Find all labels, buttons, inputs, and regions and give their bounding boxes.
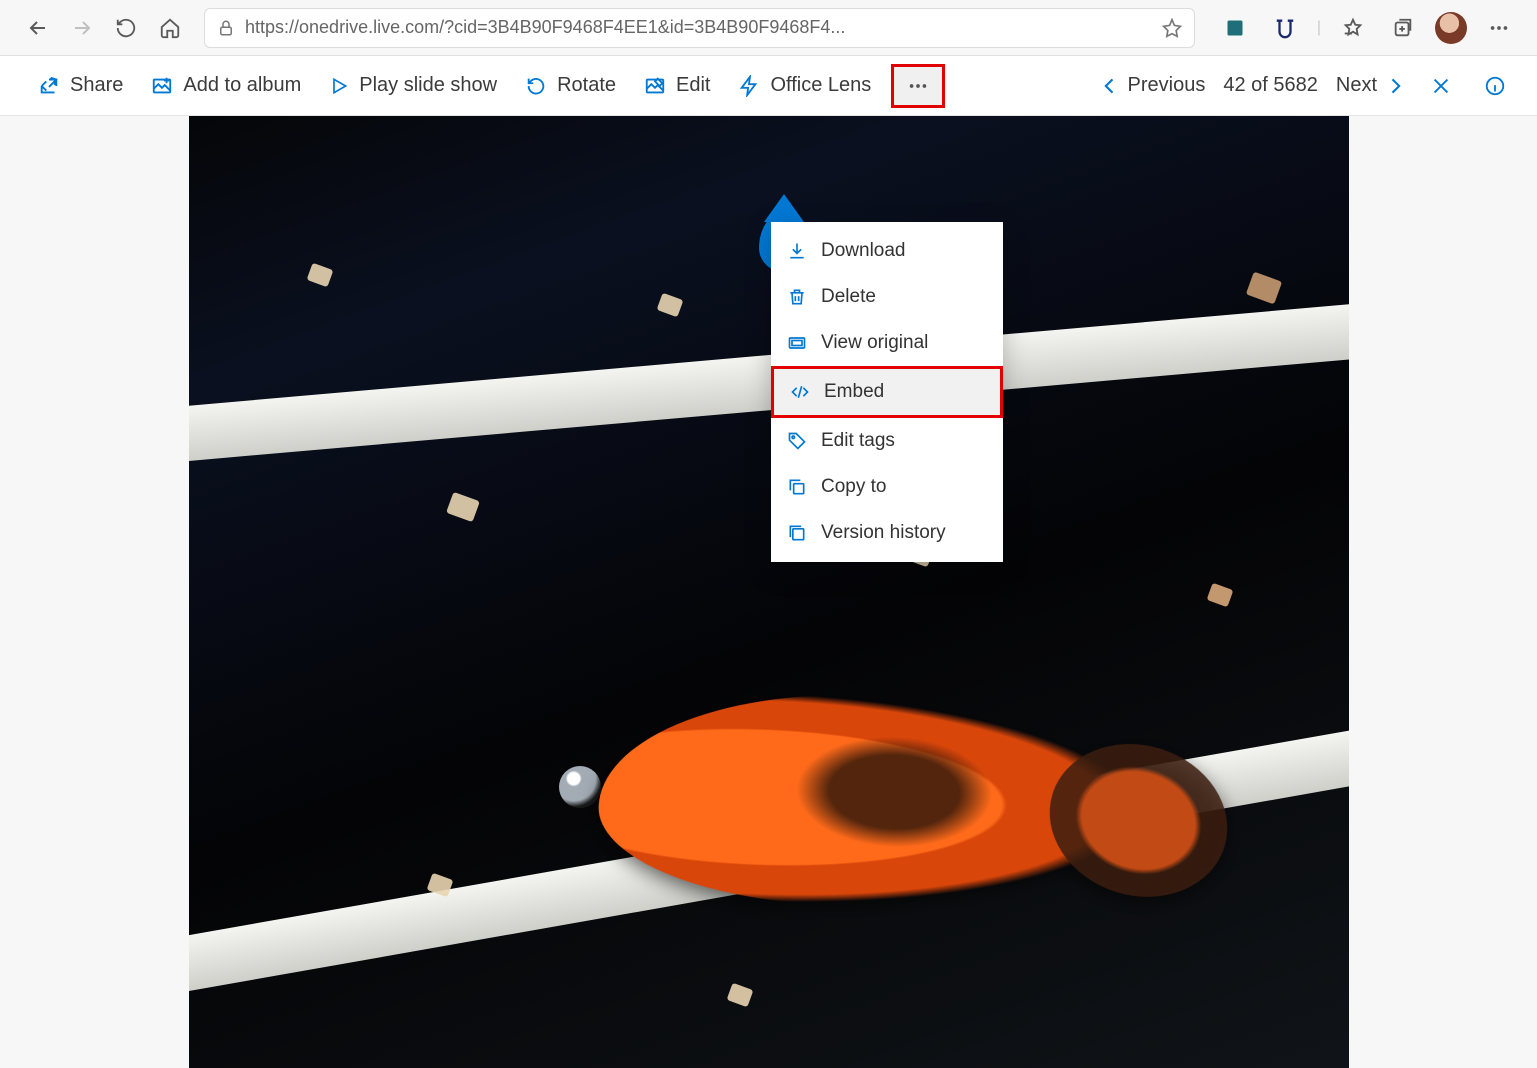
home-button[interactable] — [152, 10, 188, 46]
photo-decoration — [726, 983, 753, 1007]
share-label: Share — [70, 74, 123, 97]
edit-label: Edit — [676, 74, 710, 97]
rotate-button[interactable]: Rotate — [511, 64, 630, 108]
browser-menu-button[interactable] — [1481, 10, 1517, 46]
forward-button[interactable] — [64, 10, 100, 46]
favorites-button[interactable] — [1335, 10, 1371, 46]
profile-avatar[interactable] — [1435, 12, 1467, 44]
more-actions-button[interactable] — [891, 64, 945, 108]
menu-version-history[interactable]: Version history — [771, 510, 1003, 556]
onedrive-command-bar: Share Add to album Play slide show Rotat… — [0, 56, 1537, 116]
lock-icon — [217, 19, 235, 37]
photo-decoration — [559, 766, 601, 808]
photo-decoration — [446, 492, 480, 522]
play-slideshow-label: Play slide show — [359, 74, 497, 97]
office-lens-button[interactable]: Office Lens — [724, 64, 885, 108]
refresh-button[interactable] — [108, 10, 144, 46]
extension-icon-1[interactable] — [1217, 10, 1253, 46]
favorite-icon[interactable] — [1162, 18, 1182, 38]
photo-decoration — [1206, 583, 1233, 607]
next-button[interactable]: Next — [1336, 74, 1405, 97]
more-actions-menu: Download Delete View original Embed Edit… — [771, 222, 1003, 562]
menu-embed[interactable]: Embed — [771, 366, 1003, 418]
add-to-album-label: Add to album — [183, 74, 301, 97]
photo-decoration — [1245, 272, 1281, 305]
rotate-label: Rotate — [557, 74, 616, 97]
menu-delete[interactable]: Delete — [771, 274, 1003, 320]
menu-edit-tags[interactable]: Edit tags — [771, 418, 1003, 464]
address-bar[interactable]: https://onedrive.live.com/?cid=3B4B90F94… — [204, 8, 1195, 48]
menu-download-label: Download — [821, 240, 906, 262]
url-text: https://onedrive.live.com/?cid=3B4B90F94… — [245, 17, 1154, 38]
edit-button[interactable]: Edit — [630, 64, 724, 108]
photo-decoration — [656, 293, 683, 317]
info-button[interactable] — [1477, 68, 1513, 104]
back-button[interactable] — [20, 10, 56, 46]
next-label: Next — [1336, 74, 1377, 97]
share-button[interactable]: Share — [24, 64, 137, 108]
add-to-album-button[interactable]: Add to album — [137, 64, 315, 108]
close-button[interactable] — [1423, 68, 1459, 104]
photo-viewer[interactable] — [189, 116, 1349, 1068]
menu-embed-label: Embed — [824, 381, 884, 403]
photo-decoration — [306, 263, 333, 287]
menu-delete-label: Delete — [821, 286, 876, 308]
menu-view-original-label: View original — [821, 332, 928, 354]
browser-toolbar: https://onedrive.live.com/?cid=3B4B90F94… — [0, 0, 1537, 56]
menu-edit-tags-label: Edit tags — [821, 430, 895, 452]
photo-counter: 42 of 5682 — [1223, 74, 1318, 97]
extension-icon-2[interactable] — [1267, 10, 1303, 46]
collections-button[interactable] — [1385, 10, 1421, 46]
menu-download[interactable]: Download — [771, 228, 1003, 274]
office-lens-label: Office Lens — [770, 74, 871, 97]
previous-label: Previous — [1128, 74, 1206, 97]
menu-version-history-label: Version history — [821, 522, 946, 544]
photo-decoration — [189, 285, 1349, 471]
menu-copy-to-label: Copy to — [821, 476, 886, 498]
content-area: Download Delete View original Embed Edit… — [0, 116, 1537, 1068]
play-slideshow-button[interactable]: Play slide show — [315, 64, 511, 108]
previous-button[interactable]: Previous — [1100, 74, 1206, 97]
menu-copy-to[interactable]: Copy to — [771, 464, 1003, 510]
menu-view-original[interactable]: View original — [771, 320, 1003, 366]
